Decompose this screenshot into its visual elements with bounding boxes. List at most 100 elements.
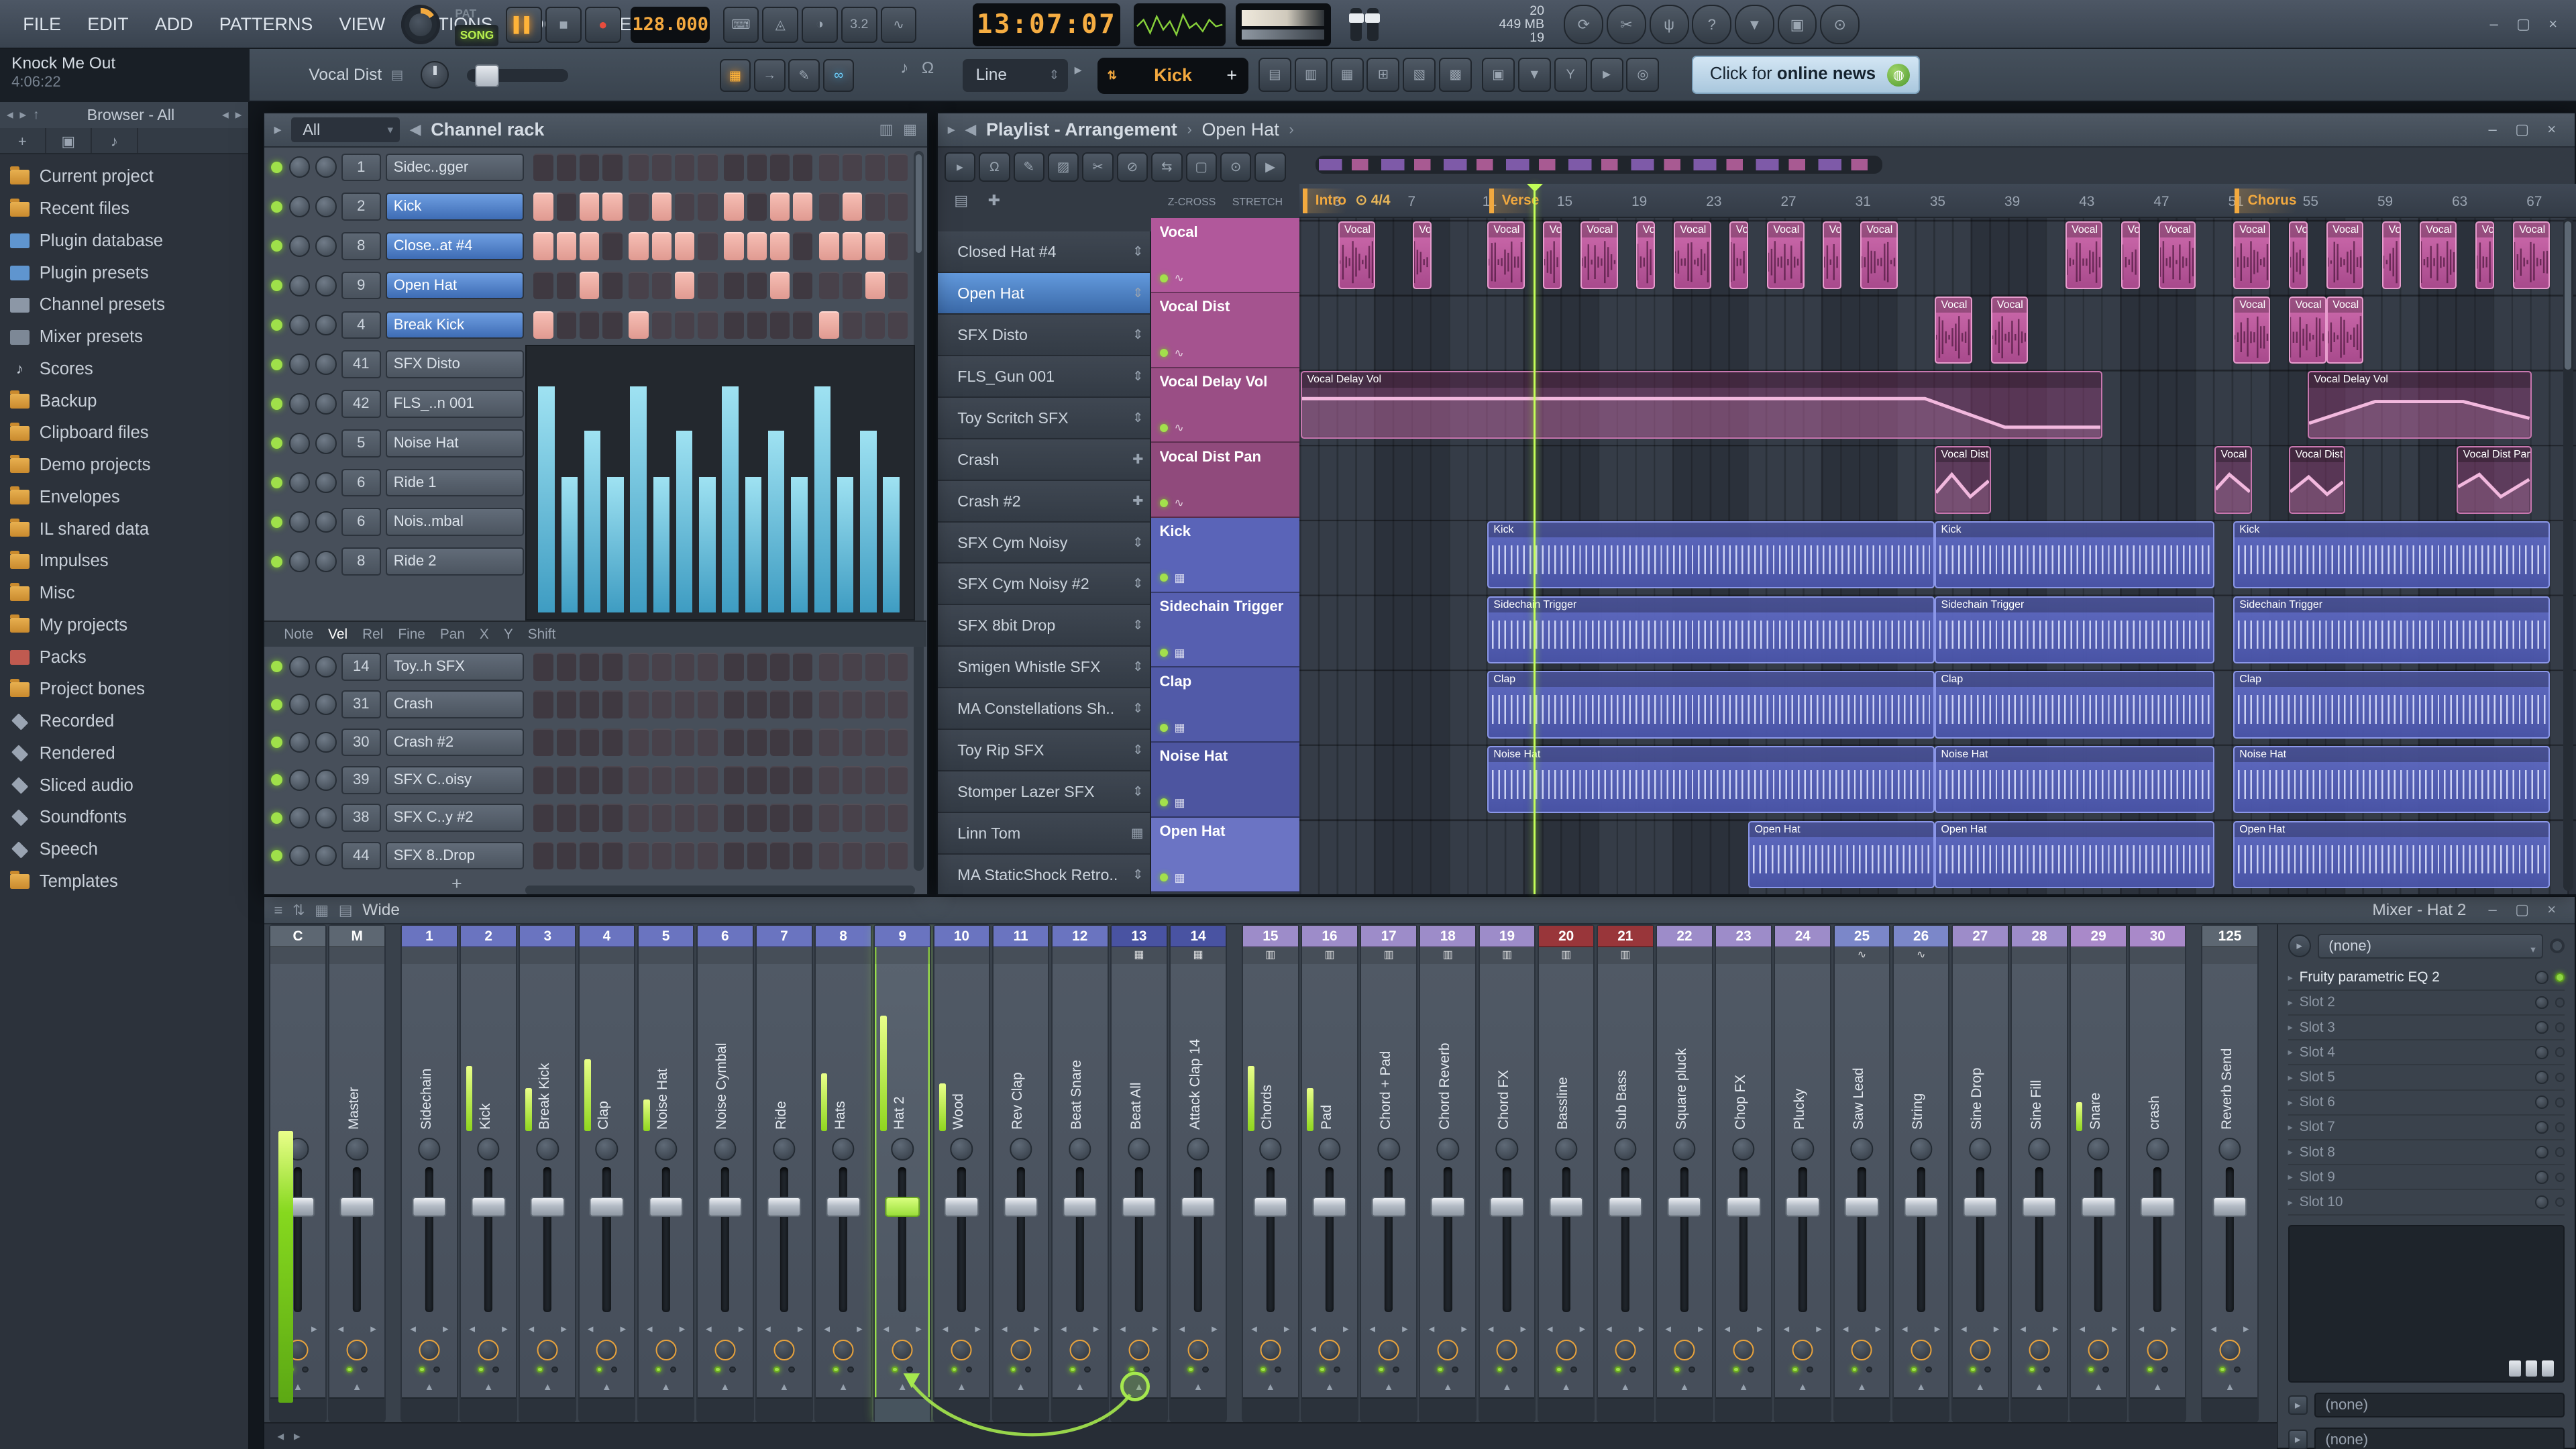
step-cell[interactable] [747,271,767,300]
step-cell[interactable] [793,232,813,260]
channel-number[interactable]: 6 [341,468,381,497]
pan-left-icon[interactable]: ◂ [1547,1322,1553,1336]
mixer-strip-kick[interactable]: 2 Kick ◂ ▸ ▲ [460,924,517,1423]
playlist-menu-icon[interactable]: ▸ [948,121,955,138]
volume-fader[interactable] [1775,1161,1830,1318]
record-arm-led[interactable] [847,1366,854,1373]
step-cell[interactable] [629,232,649,260]
fader-handle[interactable] [826,1197,861,1217]
picker-item-toy-rip-sfx[interactable]: Toy Rip SFX ⇕ [937,730,1150,772]
pan-knob[interactable] [816,1338,871,1361]
step-cell[interactable] [724,690,744,718]
fader-handle[interactable] [412,1197,447,1217]
velocity-bar[interactable] [607,477,624,613]
step-cell[interactable] [842,728,862,757]
mixer-strip-noise-hat[interactable]: 5 Noise Hat ◂ ▸ ▲ [637,924,695,1423]
step-cell[interactable] [865,728,885,757]
pan-right-icon[interactable]: ▸ [1284,1322,1290,1336]
step-cell[interactable] [747,841,767,870]
mixer-strip-sine-drop[interactable]: 27 Sine Drop ◂ ▸ ▲ [1951,924,2009,1423]
step-cell[interactable] [602,271,623,300]
pattern-grid-button[interactable]: ▩ [1439,57,1472,93]
step-cell[interactable] [888,271,908,300]
fader-handle[interactable] [471,1197,506,1217]
step-cell[interactable] [724,841,744,870]
pan-knob[interactable] [329,1338,384,1361]
clip-vocal-delay-vol[interactable]: Vocal Delay Vol [2308,371,2532,439]
pan-left-icon[interactable]: ◂ [469,1322,475,1336]
pan-knob[interactable] [1539,1338,1594,1361]
mixer-strip-beat-all[interactable]: 13 ▦ Beat All ◂ ▸ ▲ [1110,924,1168,1423]
step-cell[interactable] [865,271,885,300]
browser-item-sliced-audio[interactable]: Sliced audio [0,769,248,802]
step-cell[interactable] [888,153,908,182]
mute-led[interactable] [419,1366,425,1373]
pan-knob[interactable] [1716,1338,1771,1361]
mute-led[interactable] [1378,1366,1385,1373]
fx-slot-2[interactable]: ▸ Slot 2 [2288,991,2565,1016]
metronome-button[interactable]: ◬ [762,6,799,43]
tempo-display[interactable]: 128.000 [631,6,710,43]
close-button[interactable]: × [2538,898,2565,922]
pan-right-icon[interactable]: ▸ [1757,1322,1763,1336]
expand-icon[interactable]: ▸ [235,107,242,123]
mute-led[interactable] [951,1366,958,1373]
pan-left-icon[interactable]: ◂ [1784,1322,1790,1336]
add-channel-button[interactable]: + [451,873,478,894]
velocity-bar[interactable] [814,386,831,613]
step-cell[interactable] [651,728,672,757]
step-cell[interactable] [602,690,623,718]
clip-vocal[interactable]: Vocal [1729,221,1749,289]
step-cell[interactable] [865,765,885,794]
mixer-strip-chord-pad[interactable]: 17 ▥ Chord + Pad ◂ ▸ ▲ [1360,924,1417,1423]
channel-volume-knob[interactable] [315,769,337,791]
velocity-bar[interactable] [860,430,877,613]
pan-right-icon[interactable]: ▸ [1994,1322,2000,1336]
volume-fader[interactable] [580,1161,635,1318]
step-cell[interactable] [533,232,553,260]
clip-vocal[interactable]: Vocal [2065,221,2103,289]
stereo-sep-knob[interactable] [580,1134,635,1161]
step-cell[interactable] [747,193,767,221]
route-up-icon[interactable]: ▲ [1361,1378,1416,1397]
step-cell[interactable] [888,804,908,832]
volume-fader[interactable] [520,1161,575,1318]
channel-led[interactable] [270,398,282,410]
channel-volume-knob[interactable] [315,156,337,178]
fader-handle[interactable] [1122,1197,1157,1217]
step-cell[interactable] [602,652,623,681]
clip-open-hat[interactable]: Open Hat [1935,820,2215,888]
channel-led[interactable] [270,240,282,252]
track-header-vocal-delay-vol[interactable]: Vocal Delay Vol ∿ [1151,368,1299,443]
clip-vocal[interactable]: Vocal [1636,221,1656,289]
pattern-selector-knob[interactable] [400,5,441,45]
minimize-button[interactable]: – [2481,11,2507,36]
picker-item-crash-2[interactable]: Crash #2 ✚ [937,480,1150,523]
volume-fader[interactable] [1243,1161,1298,1318]
step-cell[interactable] [651,804,672,832]
browser-item-demo-projects[interactable]: Demo projects [0,449,248,482]
clip-vocal[interactable]: Vocal [2121,221,2140,289]
mixer-detach-button[interactable]: ▤ [339,902,353,919]
clip-kick[interactable]: Kick [2233,521,2551,589]
velocity-bar[interactable] [653,477,670,613]
mixer-strip-beat-snare[interactable]: 12 Beat Snare ◂ ▸ ▲ [1051,924,1109,1423]
step-cell[interactable] [747,804,767,832]
channel-button[interactable]: Open Hat [385,271,524,300]
fader-handle[interactable] [1726,1197,1761,1217]
channel-pan-knob[interactable] [288,845,311,867]
send-slot-2[interactable]: (none) [2314,1427,2565,1449]
stereo-sep-knob[interactable] [329,1134,384,1161]
browser-item-speech[interactable]: Speech [0,834,248,866]
mixer-strip-rev-clap[interactable]: 11 Rev Clap ◂ ▸ ▲ [991,924,1050,1423]
menu-patterns[interactable]: PATTERNS [206,14,326,35]
step-cell[interactable] [533,193,553,221]
snap-button[interactable]: Ω [979,152,1010,182]
pan-right-icon[interactable]: ▸ [620,1322,626,1336]
pan-right-icon[interactable]: ▸ [2243,1322,2249,1336]
mixer-strip-sub-bass[interactable]: 21 ▥ Sub Bass ◂ ▸ ▲ [1596,924,1654,1423]
close-button[interactable]: × [2538,117,2565,142]
slot-mix-knob[interactable] [2535,1071,2548,1084]
step-cell[interactable] [674,193,695,221]
step-cell[interactable] [724,311,744,339]
